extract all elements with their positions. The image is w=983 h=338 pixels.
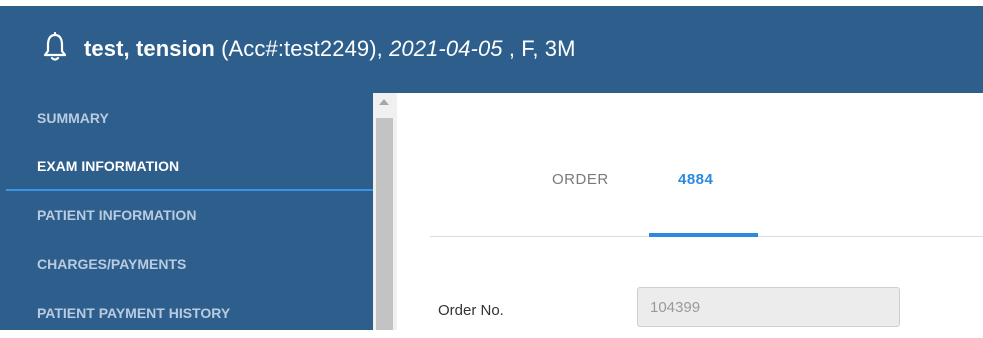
sidebar-item-charges-payments[interactable]: CHARGES/PAYMENTS — [0, 239, 373, 289]
tab-order[interactable]: ORDER — [552, 171, 609, 188]
patient-header: test, tension (Acc#:test2249), 2021-04-0… — [0, 6, 983, 93]
sidebar-nav: SUMMARY EXAM INFORMATION PATIENT INFORMA… — [0, 93, 373, 330]
bell-icon[interactable] — [42, 31, 68, 62]
tab-4884[interactable]: 4884 — [678, 171, 713, 188]
patient-account: (Acc#:test2249), — [214, 36, 390, 61]
sidebar-item-patient-payment-history[interactable]: PATIENT PAYMENT HISTORY — [0, 288, 373, 338]
patient-name: test, tension — [84, 36, 215, 61]
scroll-thumb[interactable] — [376, 118, 393, 330]
sidebar-item-patient-information[interactable]: PATIENT INFORMATION — [0, 190, 373, 240]
patient-dob: 2021-04-05 — [389, 36, 503, 61]
tab-active-indicator — [649, 233, 758, 237]
sidebar-item-summary[interactable]: SUMMARY — [0, 93, 373, 143]
order-no-field[interactable] — [637, 287, 900, 327]
sidebar-item-exam-information[interactable]: EXAM INFORMATION — [0, 141, 373, 191]
order-no-label: Order No. — [438, 302, 504, 319]
sidebar-scrollbar[interactable] — [373, 93, 397, 330]
scroll-up-arrow-icon[interactable] — [379, 99, 389, 105]
patient-sex-age: , F, 3M — [502, 36, 576, 61]
main-content: ORDER 4884 Order No. — [397, 93, 983, 330]
patient-title: test, tension (Acc#:test2249), 2021-04-0… — [84, 36, 576, 62]
